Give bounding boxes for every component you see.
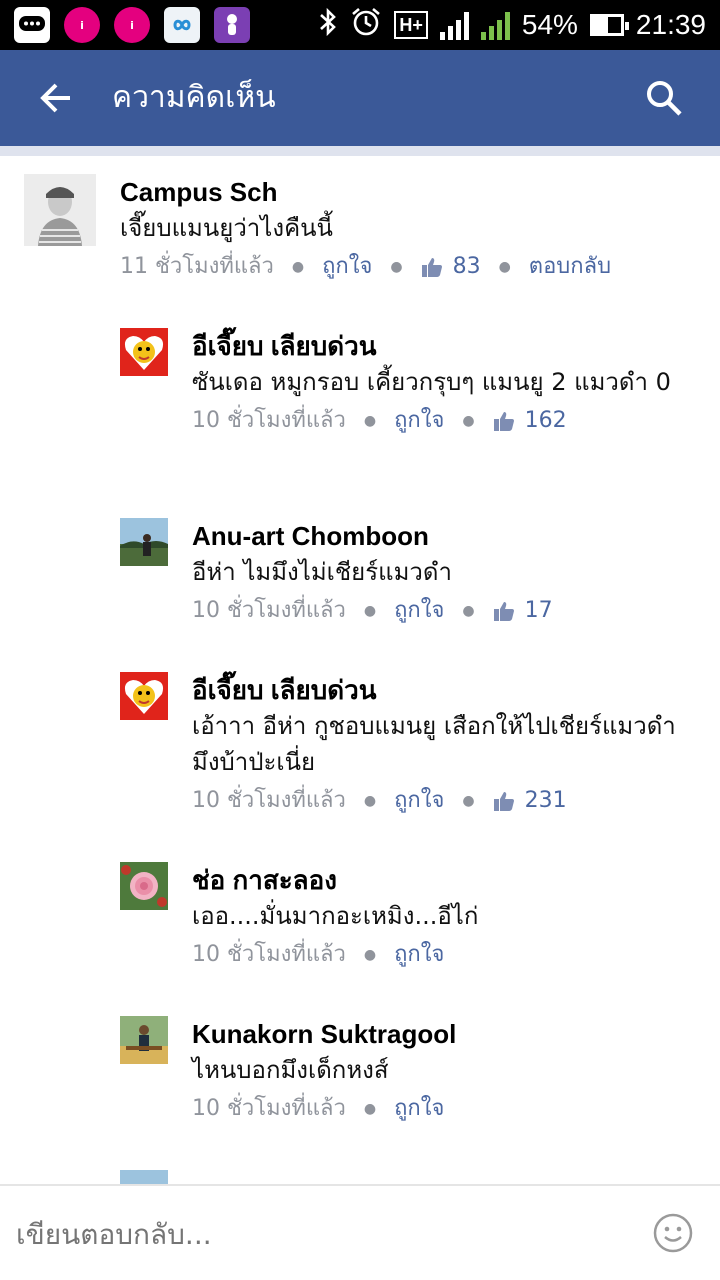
- thumbs-up-icon: [493, 412, 514, 431]
- comment-meta: 11 ชั่วโมงที่แล้ว ● ถูกใจ ● 83 ● ตอบกลับ: [120, 252, 611, 282]
- page-title: ความคิดเห็น: [112, 80, 276, 115]
- commenter-name[interactable]: อีเจี๊ยบ เลียบด่วน: [192, 328, 680, 364]
- infinity-icon: [164, 7, 200, 43]
- separator-dot: ●: [363, 793, 377, 809]
- commenter-name[interactable]: Anu-art Chomboon: [192, 518, 680, 554]
- network-type: H+: [394, 11, 428, 39]
- like-button[interactable]: ถูกใจ: [394, 406, 444, 436]
- comment-body: อีเจี๊ยบ เลียบด่วน ซันเดอ หมูกรอบ เคี้ยว…: [192, 328, 680, 436]
- ishow-icon: i: [64, 7, 100, 43]
- chat-bubble-icon: [14, 7, 50, 43]
- comment-text: ซันเดอ หมูกรอบ เคี้ยวกรุบๆ แมนยู 2 แมวดำ…: [192, 368, 671, 396]
- alarm-icon: [350, 6, 382, 45]
- like-count-value: 162: [524, 408, 567, 433]
- reply-button[interactable]: ตอบกลับ: [529, 252, 611, 282]
- commenter-name[interactable]: Campus Sch: [120, 174, 611, 210]
- search-icon[interactable]: [644, 78, 684, 118]
- comment-meta: 10 ชั่วโมงที่แล้ว ● ถูกใจ ● 162: [192, 406, 680, 436]
- like-button[interactable]: ถูกใจ: [394, 596, 444, 626]
- comment-body: Anu-art Chomboon อีห่า ไมมึงไม่เชียร์แมว…: [192, 518, 680, 626]
- comment-meta: 10 ชั่วโมงที่แล้ว ● ถูกใจ ● 231: [192, 786, 680, 816]
- separator-dot: ●: [390, 259, 403, 275]
- like-count[interactable]: 231: [493, 786, 567, 816]
- avatar[interactable]: [120, 672, 168, 720]
- signal-sim2-icon: [480, 10, 510, 40]
- comment-body: อีเจี๊ยบ เลียบด่วน เอ้าาา อีห่า กูชอบแมน…: [192, 672, 680, 816]
- comment-time: 10 ชั่วโมงที่แล้ว: [192, 408, 346, 433]
- comment-time: 10 ชั่วโมงที่แล้ว: [192, 788, 346, 813]
- separator-dot: ●: [462, 413, 475, 429]
- avatar[interactable]: [120, 328, 168, 376]
- separator-dot: ●: [363, 603, 377, 619]
- like-button[interactable]: ถูกใจ: [394, 1094, 444, 1124]
- comment-text: เออ....มั่นมากอะเหมิง...อีไก่: [192, 902, 479, 930]
- comment-time: 10 ชั่วโมงที่แล้ว: [192, 598, 346, 623]
- thumbs-up-icon: [493, 792, 514, 811]
- like-button[interactable]: ถูกใจ: [394, 786, 444, 816]
- battery-percent: 54%: [521, 9, 578, 40]
- ishow-icon: i: [114, 7, 150, 43]
- commenter-name[interactable]: อีเจี๊ยบ เลียบด่วน: [192, 672, 680, 708]
- smiley-icon[interactable]: [652, 1212, 694, 1254]
- commenter-name[interactable]: Kunakorn Suktragool: [192, 1016, 680, 1052]
- separator-dot: ●: [363, 413, 377, 429]
- comment-meta: 10 ชั่วโมงที่แล้ว ● ถูกใจ ● 17: [192, 596, 680, 626]
- status-bar: i i H+ 54% 21:39: [0, 0, 720, 50]
- like-count-value: 231: [524, 788, 567, 813]
- separator-dot: ●: [363, 1101, 377, 1117]
- separator-dot: ●: [462, 793, 475, 809]
- comment-text: ไหนบอกมึงเด็กหงส์: [192, 1056, 389, 1084]
- reply-input[interactable]: [16, 1214, 616, 1254]
- like-count[interactable]: 17: [493, 596, 553, 626]
- thumbs-up-icon: [493, 602, 514, 621]
- clock: 21:39: [635, 9, 706, 40]
- battery-icon: [589, 14, 629, 36]
- reply-composer: [0, 1184, 720, 1280]
- avatar[interactable]: [120, 1016, 168, 1064]
- like-count-value: 17: [524, 598, 553, 623]
- skyboo-icon: [214, 7, 250, 43]
- system-status: H+ 54% 21:39: [318, 0, 706, 50]
- signal-sim1-icon: [439, 10, 469, 40]
- comment-body: ช่อ กาสะลอง เออ....มั่นมากอะเหมิง...อีไก…: [192, 862, 680, 970]
- separator-dot: ●: [462, 603, 475, 619]
- like-count[interactable]: 83: [421, 252, 481, 282]
- comment-meta: 10 ชั่วโมงที่แล้ว ● ถูกใจ: [192, 1094, 680, 1124]
- comment-time: 10 ชั่วโมงที่แล้ว: [192, 942, 346, 967]
- separator-dot: ●: [498, 259, 511, 275]
- separator-dot: ●: [363, 947, 377, 963]
- header-divider: [0, 146, 720, 156]
- comment-time: 10 ชั่วโมงที่แล้ว: [192, 1096, 346, 1121]
- like-button[interactable]: ถูกใจ: [322, 252, 372, 282]
- avatar[interactable]: [24, 174, 96, 246]
- avatar[interactable]: [120, 1170, 168, 1184]
- separator-dot: ●: [291, 259, 305, 275]
- comment-body: Campus Sch เจี๊ยบแมนยูว่าไงคืนนี้ 11 ชั่…: [120, 174, 611, 282]
- back-arrow-icon[interactable]: [36, 78, 76, 118]
- like-count[interactable]: 162: [493, 406, 567, 436]
- comment-meta: 10 ชั่วโมงที่แล้ว ● ถูกใจ: [192, 940, 680, 970]
- comments-list[interactable]: Campus Sch เจี๊ยบแมนยูว่าไงคืนนี้ 11 ชั่…: [0, 156, 720, 1184]
- avatar[interactable]: [120, 518, 168, 566]
- like-count-value: 83: [452, 254, 481, 279]
- comment-time: 11 ชั่วโมงที่แล้ว: [120, 254, 274, 279]
- app-header: ความคิดเห็น: [0, 50, 720, 146]
- like-button[interactable]: ถูกใจ: [394, 940, 444, 970]
- avatar[interactable]: [120, 862, 168, 910]
- comment-text: เจี๊ยบแมนยูว่าไงคืนนี้: [120, 214, 333, 242]
- thumbs-up-icon: [421, 258, 442, 277]
- notification-icons: i i: [14, 7, 250, 43]
- bluetooth-icon: [318, 7, 338, 44]
- comment-body: Kunakorn Suktragool ไหนบอกมึงเด็กหงส์ 10…: [192, 1016, 680, 1124]
- commenter-name[interactable]: ช่อ กาสะลอง: [192, 862, 680, 898]
- comment-text: อีห่า ไมมึงไม่เชียร์แมวดำ: [192, 558, 452, 586]
- comment-text: เอ้าาา อีห่า กูชอบแมนยู เสือกให้ไปเชียร์…: [192, 712, 676, 776]
